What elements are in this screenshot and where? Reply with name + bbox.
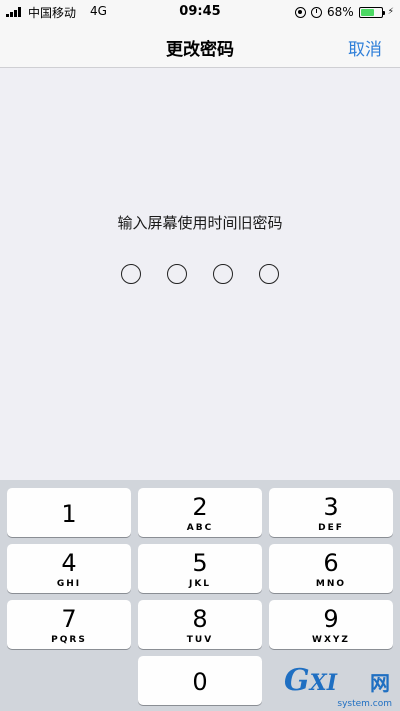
key-digit: 3 <box>323 493 339 521</box>
key-letters: MNO <box>315 579 347 589</box>
navigation-bar: 更改密码 取消 <box>0 24 400 68</box>
orientation-lock-icon <box>295 6 306 18</box>
key-digit: 7 <box>61 605 77 633</box>
key-1[interactable]: 1 <box>7 488 131 537</box>
key-letters: GHI <box>56 579 82 589</box>
passcode-dot <box>259 264 279 284</box>
watermark-logo: GXI 网 system.com <box>284 663 392 709</box>
battery-icon <box>358 6 385 18</box>
key-0[interactable]: 0 <box>138 656 262 705</box>
key-letters: ABC <box>186 523 214 533</box>
key-7[interactable]: 7 PQRS <box>7 600 131 649</box>
key-digit: 4 <box>61 549 77 577</box>
key-digit: 2 <box>192 493 208 521</box>
passcode-dot <box>213 264 233 284</box>
page-title: 更改密码 <box>166 40 234 60</box>
charging-icon: ⚡ <box>387 7 394 17</box>
key-digit: 9 <box>323 605 339 633</box>
key-digit: 1 <box>61 500 77 528</box>
key-9[interactable]: 9 WXYZ <box>269 600 393 649</box>
alarm-icon <box>311 6 322 18</box>
key-letters: JKL <box>188 579 212 589</box>
key-letters: PQRS <box>51 635 87 645</box>
key-digit: 0 <box>192 668 208 696</box>
battery-percent: 68% <box>327 5 354 19</box>
key-letters: DEF <box>318 523 344 533</box>
passcode-dots <box>0 264 400 284</box>
passcode-dot <box>121 264 141 284</box>
key-2[interactable]: 2 ABC <box>138 488 262 537</box>
passcode-dot <box>167 264 187 284</box>
passcode-prompt: 输入屏幕使用时间旧密码 <box>117 214 283 232</box>
key-8[interactable]: 8 TUV <box>138 600 262 649</box>
cancel-button[interactable]: 取消 <box>348 35 382 60</box>
key-digit: 8 <box>192 605 208 633</box>
key-6[interactable]: 6 MNO <box>269 544 393 593</box>
key-digit: 5 <box>192 549 208 577</box>
key-4[interactable]: 4 GHI <box>7 544 131 593</box>
key-3[interactable]: 3 DEF <box>269 488 393 537</box>
key-digit: 6 <box>323 549 339 577</box>
key-letters: WXYZ <box>312 635 350 645</box>
key-letters: TUV <box>186 635 214 645</box>
status-bar: 中国移动 4G 09:45 68% ⚡ <box>0 0 400 24</box>
key-5[interactable]: 5 JKL <box>138 544 262 593</box>
status-icons: 68% ⚡ <box>295 3 394 21</box>
